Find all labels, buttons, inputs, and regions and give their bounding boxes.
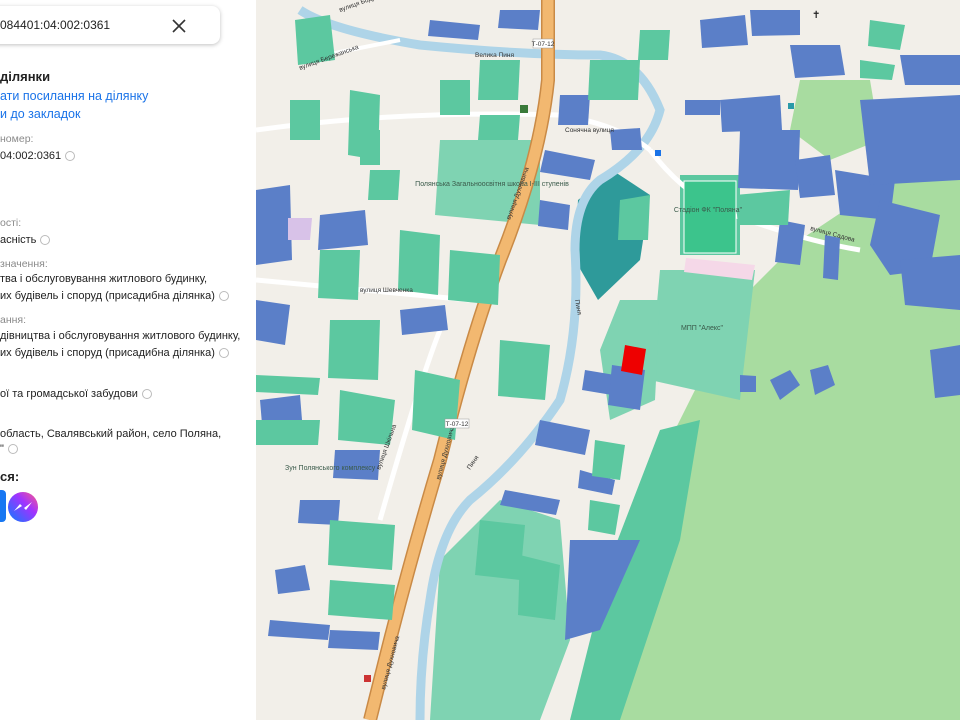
river-label-velyka: Велика Пиня xyxy=(475,52,514,59)
map-label-mpp: МПП "Алекс" xyxy=(681,325,724,332)
copy-icon[interactable] xyxy=(218,291,229,302)
map-view[interactable]: Полянська Загальноосвітня школа I-III ст… xyxy=(256,0,960,720)
road-code-2: Т-07-12 xyxy=(446,421,469,428)
copy-icon[interactable] xyxy=(218,348,229,359)
street-label-sonyachna: Сонячна вулиця xyxy=(565,127,614,134)
copy-link-action[interactable]: ати посилання на ділянку xyxy=(0,89,148,103)
share-icon-partial[interactable] xyxy=(0,490,6,522)
search-box[interactable]: 084401:04:002:0361 xyxy=(0,6,220,44)
copy-icon[interactable] xyxy=(65,151,76,162)
shop-icon xyxy=(364,675,371,682)
map-label-school: Полянська Загальноосвітня школа I-III ст… xyxy=(415,180,569,188)
purpose-line1: тва і обслуговування житлового будинку, xyxy=(0,273,208,285)
copy-icon[interactable] xyxy=(40,235,51,246)
address-line1: область, Свалявський район, село Поляна, xyxy=(0,428,222,440)
copy-icon[interactable] xyxy=(141,389,152,400)
bookmark-action[interactable]: и до закладок xyxy=(0,107,80,121)
copy-icon[interactable] xyxy=(7,444,18,455)
share-label: ся: xyxy=(0,469,20,484)
map-canvas[interactable]: Полянська Загальноосвітня школа I-III ст… xyxy=(256,0,960,720)
use-line1: дівництва і обслуговування житлового буд… xyxy=(0,330,241,342)
use-line2: их будівель і споруд (присадибна ділянка… xyxy=(0,347,229,359)
close-icon[interactable] xyxy=(170,17,188,35)
messenger-icon[interactable] xyxy=(7,491,39,523)
selected-parcel xyxy=(621,345,646,375)
purpose-label: значення: xyxy=(0,258,48,270)
map-label-complex: Зун Полянського комплексу xyxy=(285,465,376,472)
church-icon: ✝ xyxy=(812,10,820,21)
cadastral-label: номер: xyxy=(0,133,34,145)
poi-icon-2 xyxy=(788,103,794,109)
use-label: ання: xyxy=(0,314,27,326)
cadastral-value: 04:002:0361 xyxy=(0,150,76,162)
parcel-info-panel: 084401:04:002:0361 ділянки ати посилання… xyxy=(0,0,256,720)
road-code-1: Т-07-12 xyxy=(532,41,555,48)
search-input[interactable]: 084401:04:002:0361 xyxy=(0,18,110,32)
address-line2: " xyxy=(0,443,18,455)
school-icon xyxy=(520,105,528,113)
ownership-value: асність xyxy=(0,234,51,246)
street-label-shevchenka: вулиця Шевченка xyxy=(360,287,413,294)
poi-icon xyxy=(655,150,661,156)
parcel-heading: ділянки xyxy=(0,69,51,84)
purpose-line2: их будівель і споруд (присадибна ділянка… xyxy=(0,290,229,302)
map-label-stadium: Стадіон ФК "Поляна" xyxy=(674,206,743,214)
category-value: ої та громадської забудови xyxy=(0,388,152,400)
ownership-label: ості: xyxy=(0,217,22,229)
